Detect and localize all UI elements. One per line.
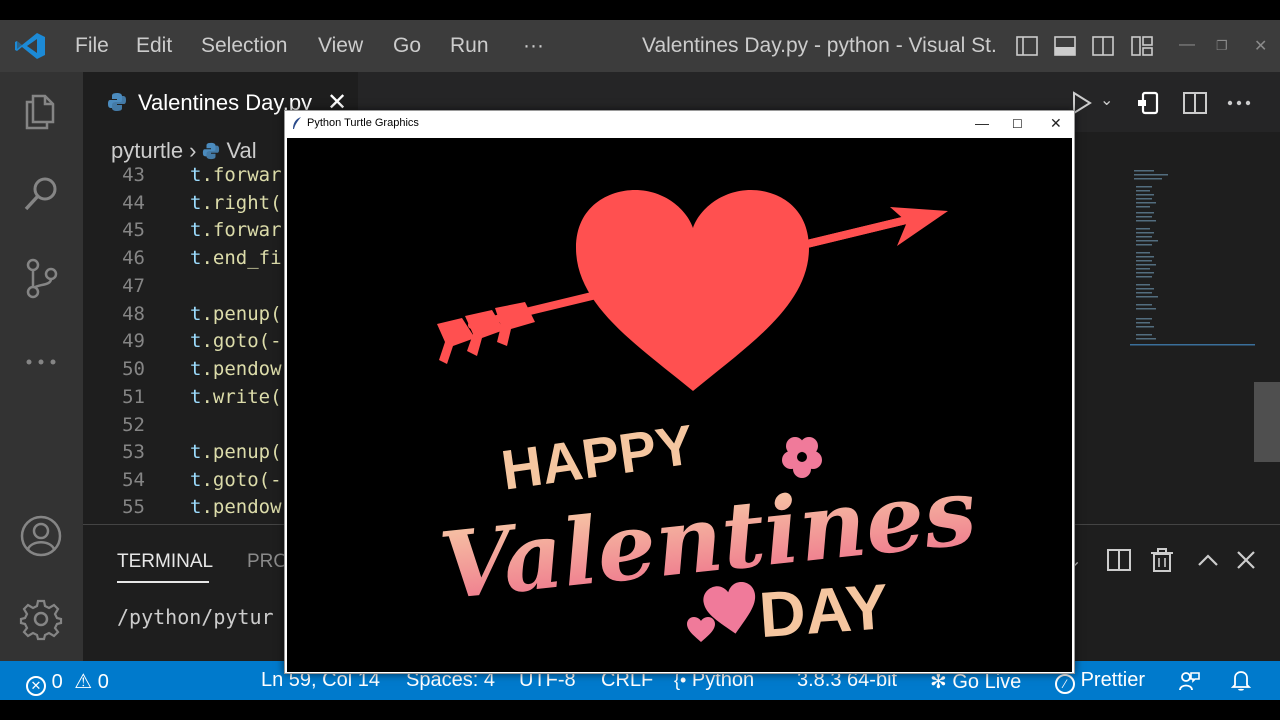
error-icon: ✕ bbox=[26, 676, 46, 696]
line-number: 45 bbox=[122, 219, 145, 241]
line-number: 55 bbox=[122, 496, 145, 518]
run-dropdown-chevron-icon[interactable]: ⌄ bbox=[1100, 90, 1126, 116]
remote-device-icon[interactable] bbox=[1136, 90, 1162, 116]
line-number: 44 bbox=[122, 192, 145, 214]
code-text: t.pendow bbox=[190, 496, 282, 518]
code-text: t.goto(- bbox=[190, 469, 282, 491]
letterbox-top bbox=[0, 0, 1280, 20]
code-text: t.write( bbox=[190, 386, 282, 408]
code-text: t.end_fi bbox=[190, 247, 282, 269]
toggle-sidebar-icon[interactable] bbox=[1015, 34, 1039, 58]
line-number: 47 bbox=[122, 275, 145, 297]
line-number: 46 bbox=[122, 247, 145, 269]
maximize-panel-chevron-up-icon[interactable] bbox=[1195, 547, 1221, 573]
code-text: t.penup( bbox=[190, 303, 282, 325]
customize-layout-icon[interactable] bbox=[1130, 34, 1154, 58]
breadcrumb-folder[interactable]: pyturtle bbox=[111, 138, 183, 163]
line-number: 50 bbox=[122, 358, 145, 380]
warning-count: 0 bbox=[97, 671, 109, 693]
turtle-maximize-icon[interactable]: ☐ bbox=[1012, 117, 1023, 131]
code-text: t.forwar bbox=[190, 219, 282, 241]
gear-icon[interactable] bbox=[19, 597, 63, 641]
line-number: 51 bbox=[122, 386, 145, 408]
code-text: t.penup( bbox=[190, 441, 282, 463]
vscode-logo-icon bbox=[15, 33, 45, 59]
menu-edit[interactable]: Edit bbox=[136, 34, 172, 58]
activity-bar bbox=[0, 72, 83, 661]
editor-scrollbar-thumb[interactable] bbox=[1254, 382, 1280, 462]
toggle-panel-icon[interactable] bbox=[1053, 34, 1077, 58]
line-number: 48 bbox=[122, 303, 145, 325]
search-icon[interactable] bbox=[19, 172, 63, 216]
terminal-output[interactable]: /python/pytur bbox=[117, 605, 274, 629]
line-number: 52 bbox=[122, 414, 145, 436]
menu-selection[interactable]: Selection bbox=[201, 34, 287, 58]
arrow-fletching bbox=[437, 302, 535, 364]
breadcrumb[interactable]: pyturtle › Val bbox=[111, 138, 257, 164]
small-heart-small bbox=[687, 617, 715, 642]
valentines-drawing: HAPPY Valentines DAY bbox=[435, 190, 981, 651]
turtle-canvas[interactable]: HAPPY Valentines DAY bbox=[287, 138, 1072, 672]
window-title: Valentines Day.py - python - Visual St..… bbox=[642, 34, 998, 57]
account-icon[interactable] bbox=[19, 514, 63, 558]
code-text: t.goto(- bbox=[190, 330, 282, 352]
tab-terminal[interactable]: TERMINAL bbox=[117, 551, 213, 573]
split-terminal-icon[interactable] bbox=[1106, 547, 1132, 573]
python-file-icon bbox=[108, 93, 126, 111]
more-actions-icon[interactable] bbox=[1226, 90, 1252, 116]
python-file-icon bbox=[203, 142, 220, 160]
close-panel-icon[interactable] bbox=[1233, 547, 1259, 573]
toggle-secondary-sidebar-icon[interactable] bbox=[1091, 34, 1115, 58]
turtle-window-title: Python Turtle Graphics bbox=[307, 117, 419, 129]
ellipsis-icon[interactable] bbox=[19, 340, 63, 384]
title-bar: File Edit Selection View Go Run ··· Vale… bbox=[0, 20, 1280, 72]
close-window-icon[interactable]: ✕ bbox=[1254, 36, 1267, 56]
files-icon[interactable] bbox=[19, 90, 63, 134]
turtle-title-bar[interactable]: Python Turtle Graphics — ☐ ✕ bbox=[285, 111, 1074, 137]
menu-run[interactable]: Run bbox=[450, 34, 489, 58]
minimize-icon[interactable]: — bbox=[1179, 36, 1195, 54]
problems-status[interactable]: ✕ 0 ⚠ 0 bbox=[26, 669, 109, 696]
broadcast-icon: ✻ bbox=[930, 671, 947, 693]
flower-decoration bbox=[782, 437, 822, 478]
warning-icon: ⚠ bbox=[74, 671, 93, 693]
feedback-icon[interactable] bbox=[1178, 670, 1200, 692]
line-number: 49 bbox=[122, 330, 145, 352]
breadcrumb-file[interactable]: Val bbox=[226, 138, 256, 163]
active-tab-indicator bbox=[117, 581, 209, 583]
restore-icon[interactable]: ❐ bbox=[1216, 38, 1228, 54]
line-number: 54 bbox=[122, 469, 145, 491]
split-editor-icon[interactable] bbox=[1182, 90, 1208, 116]
trash-icon[interactable] bbox=[1149, 547, 1175, 573]
turtle-close-icon[interactable]: ✕ bbox=[1050, 115, 1062, 132]
heart-shape bbox=[576, 190, 809, 391]
line-number: 43 bbox=[122, 164, 145, 186]
menu-file[interactable]: File bbox=[75, 34, 109, 58]
line-number: 53 bbox=[122, 441, 145, 463]
code-text: t.pendow bbox=[190, 358, 282, 380]
menu-view[interactable]: View bbox=[318, 34, 363, 58]
code-text: t.right( bbox=[190, 192, 282, 214]
error-count: 0 bbox=[51, 671, 63, 693]
feather-icon bbox=[293, 117, 301, 129]
day-text: DAY bbox=[757, 570, 891, 651]
check-circle-icon: ⁄ bbox=[1055, 674, 1075, 694]
menu-more[interactable]: ··· bbox=[523, 34, 544, 58]
source-control-icon[interactable] bbox=[19, 256, 63, 300]
turtle-minimize-icon[interactable]: — bbox=[975, 115, 989, 131]
turtle-graphics-window[interactable]: Python Turtle Graphics — ☐ ✕ HAPPY Valen… bbox=[284, 110, 1075, 674]
tab-problems[interactable]: PRO bbox=[247, 551, 288, 573]
letterbox-bottom bbox=[0, 700, 1280, 720]
chevron-right-icon: › bbox=[189, 138, 197, 163]
menu-go[interactable]: Go bbox=[393, 34, 421, 58]
bell-icon[interactable] bbox=[1230, 669, 1252, 691]
minimap[interactable] bbox=[1130, 168, 1255, 348]
code-text: t.forwar bbox=[190, 164, 282, 186]
